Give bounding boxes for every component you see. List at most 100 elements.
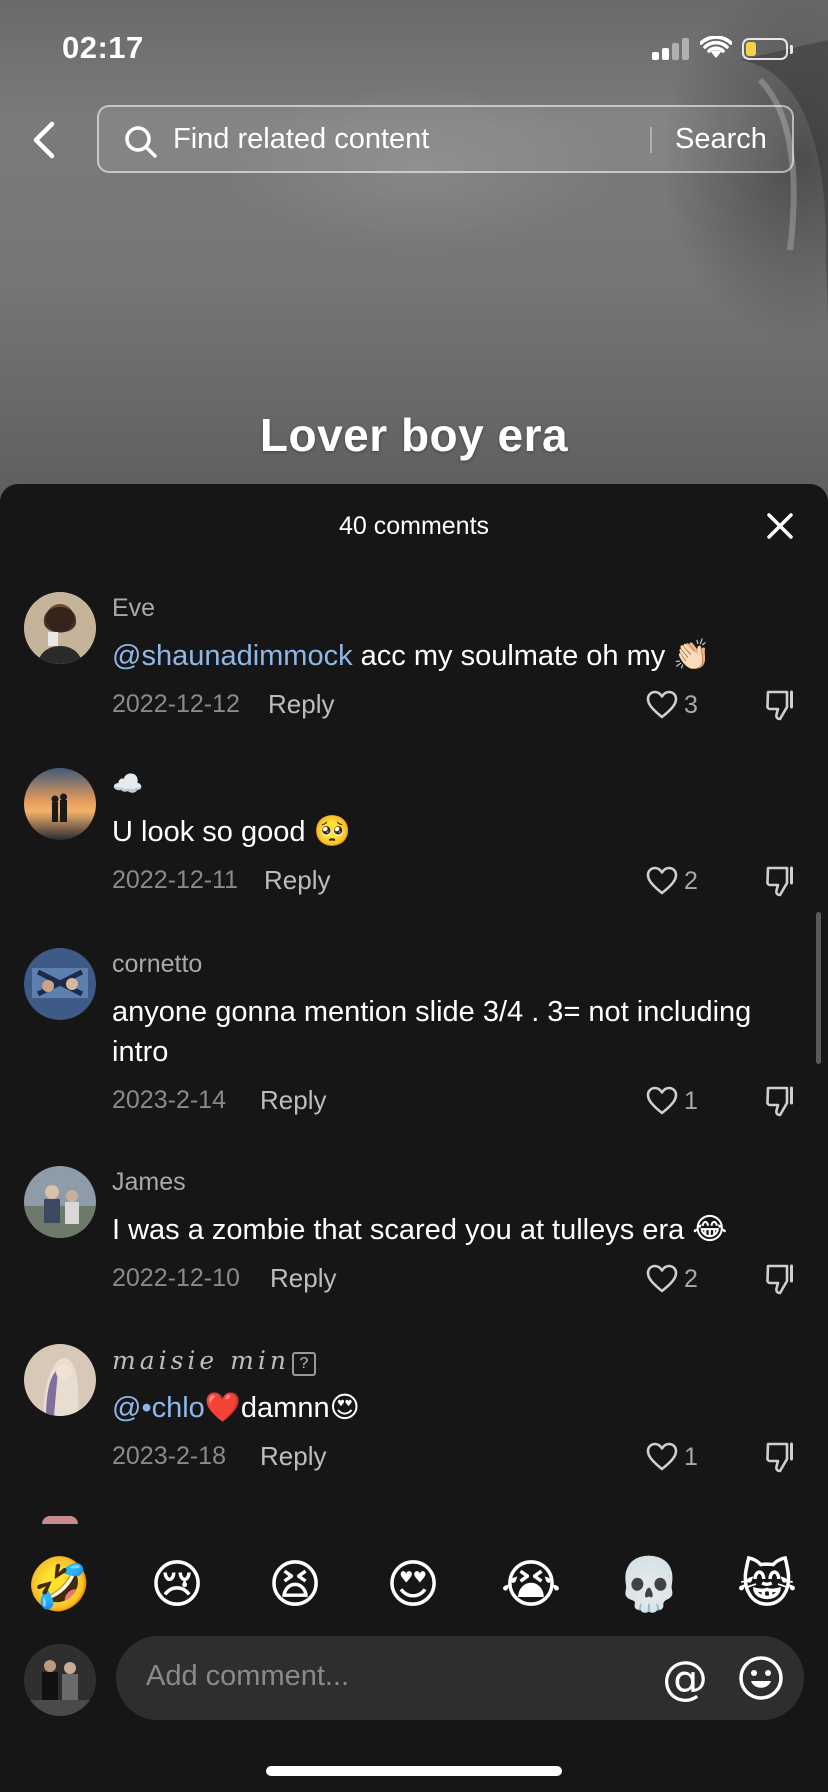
dislike-button[interactable] xyxy=(764,1262,798,1300)
close-icon xyxy=(767,513,793,539)
comment-date: 2022-12-10 xyxy=(112,1264,240,1292)
comment-username[interactable]: maisie min? xyxy=(112,1346,316,1376)
comment-composer-panel: 🤣 😢 😫 😍 😭 💀 😹 Add comment... @ xyxy=(0,1516,828,1792)
like-button[interactable]: 3 xyxy=(646,686,716,726)
current-user-avatar xyxy=(24,1644,96,1716)
battery-level xyxy=(746,42,756,56)
dislike-button[interactable] xyxy=(764,1440,798,1478)
quick-emoji-button[interactable]: 😹 xyxy=(732,1550,802,1620)
avatar[interactable] xyxy=(24,1344,96,1416)
thumbs-down-icon xyxy=(766,1264,793,1295)
comment-text: I was a zombie that scared you at tulley… xyxy=(112,1210,812,1250)
thumbs-down-icon xyxy=(766,1442,793,1473)
smiley-icon xyxy=(739,1656,783,1700)
dislike-button[interactable] xyxy=(764,688,798,726)
heart-outline-icon xyxy=(646,690,678,719)
comment-username[interactable]: Eve xyxy=(112,594,155,623)
quick-emoji-button[interactable]: 😢 xyxy=(142,1550,212,1620)
thumbs-down-icon xyxy=(766,1086,793,1117)
search-divider xyxy=(650,127,652,153)
comment-item: ☁️ U look so good 🥺 2022-12-11 Reply 2 xyxy=(0,768,828,898)
comment-date: 2022-12-12 xyxy=(112,690,240,718)
comment-body: anyone gonna mention slide 3/4 . 3= not … xyxy=(112,996,752,1068)
comment-username-text: maisie min xyxy=(112,1346,290,1375)
partial-avatar xyxy=(42,1516,78,1524)
comment-emoji: 🥺 xyxy=(313,815,351,848)
comment-item: maisie min? @•chlo❤️damnn😍 2023-2-18 Rep… xyxy=(0,1344,828,1474)
thumbs-down-icon xyxy=(766,866,793,897)
comment-text: U look so good 🥺 xyxy=(112,812,772,852)
battery-icon xyxy=(742,38,788,60)
comment-date: 2023-2-14 xyxy=(112,1086,226,1114)
status-bar: 02:17 xyxy=(0,0,828,96)
avatar[interactable] xyxy=(24,948,96,1020)
quick-emoji-button[interactable]: 😭 xyxy=(496,1550,566,1620)
search-bar[interactable]: Find related content Search xyxy=(97,105,794,173)
comments-scrollbar[interactable] xyxy=(816,912,821,1064)
add-comment-placeholder: Add comment... xyxy=(146,1660,350,1692)
like-count: 1 xyxy=(684,1443,698,1471)
dislike-button[interactable] xyxy=(764,864,798,902)
like-count: 2 xyxy=(684,1265,698,1293)
heart-outline-icon xyxy=(646,1264,678,1293)
avatar[interactable] xyxy=(24,592,96,664)
reply-button[interactable]: Reply xyxy=(260,1441,326,1472)
like-button[interactable]: 1 xyxy=(646,1082,716,1122)
home-indicator xyxy=(266,1766,562,1776)
back-button[interactable] xyxy=(26,118,66,162)
comment-text: anyone gonna mention slide 3/4 . 3= not … xyxy=(112,992,772,1072)
reply-button[interactable]: Reply xyxy=(264,865,330,896)
comment-username[interactable]: James xyxy=(112,1168,186,1197)
comment-emoji: 👏🏻 xyxy=(673,639,711,672)
status-time: 02:17 xyxy=(62,30,144,65)
like-count: 2 xyxy=(684,867,698,895)
chevron-left-icon xyxy=(33,121,55,159)
wifi-icon xyxy=(700,36,732,58)
comment-body: acc my soulmate oh my xyxy=(352,640,674,672)
emoji-picker-button[interactable] xyxy=(736,1653,786,1703)
comment-username[interactable]: ☁️ xyxy=(112,770,143,799)
comment-text: @shaunadimmock acc my soulmate oh my 👏🏻 xyxy=(112,636,772,676)
comment-username[interactable]: cornetto xyxy=(112,950,202,979)
mention-button[interactable]: @ xyxy=(660,1653,710,1703)
comment-item: cornetto anyone gonna mention slide 3/4 … xyxy=(0,948,828,1118)
like-button[interactable]: 2 xyxy=(646,862,716,902)
unknown-glyph-icon: ? xyxy=(291,1352,316,1376)
like-button[interactable]: 2 xyxy=(646,1260,716,1300)
heart-outline-icon xyxy=(646,1442,678,1471)
thumbs-down-icon xyxy=(766,690,793,721)
comment-emoji: 😂 xyxy=(692,1213,728,1246)
quick-emoji-button[interactable]: 💀 xyxy=(614,1550,684,1620)
reply-button[interactable]: Reply xyxy=(260,1085,326,1116)
comment-date: 2022-12-11 xyxy=(112,866,239,894)
battery-cap xyxy=(790,45,793,54)
comment-item: Eve @shaunadimmock acc my soulmate oh my… xyxy=(0,592,828,722)
quick-emoji-button[interactable]: 😫 xyxy=(260,1550,330,1620)
quick-emoji-button[interactable]: 🤣 xyxy=(24,1550,94,1620)
close-comments-button[interactable] xyxy=(762,508,798,544)
reply-button[interactable]: Reply xyxy=(270,1263,336,1294)
reply-button[interactable]: Reply xyxy=(268,689,334,720)
heart-outline-icon xyxy=(646,866,678,895)
comment-body: ❤️damnn😍 xyxy=(204,1392,360,1424)
comments-count-title: 40 comments xyxy=(338,512,490,540)
search-button[interactable]: Search xyxy=(675,123,767,156)
quick-emoji-button[interactable]: 😍 xyxy=(378,1550,448,1620)
quick-emoji-row: 🤣 😢 😫 😍 😭 💀 😹 xyxy=(0,1550,828,1620)
comment-text: @•chlo❤️damnn😍 xyxy=(112,1388,772,1428)
dislike-button[interactable] xyxy=(764,1084,798,1122)
avatar[interactable] xyxy=(24,1166,96,1238)
cellular-signal-icon xyxy=(652,38,690,60)
comment-date: 2023-2-18 xyxy=(112,1442,226,1470)
heart-outline-icon xyxy=(646,1086,678,1115)
comment-mention[interactable]: @•chlo xyxy=(112,1392,205,1424)
avatar[interactable] xyxy=(24,768,96,840)
add-comment-input[interactable]: Add comment... @ xyxy=(116,1636,804,1720)
comment-body: I was a zombie that scared you at tulley… xyxy=(112,1214,693,1246)
search-input[interactable]: Find related content xyxy=(173,123,429,156)
comment-item: James I was a zombie that scared you at … xyxy=(0,1166,828,1296)
comment-mention[interactable]: @shaunadimmock xyxy=(112,640,353,672)
like-button[interactable]: 1 xyxy=(646,1438,716,1478)
like-count: 1 xyxy=(684,1087,698,1115)
comment-body: U look so good xyxy=(112,816,314,848)
